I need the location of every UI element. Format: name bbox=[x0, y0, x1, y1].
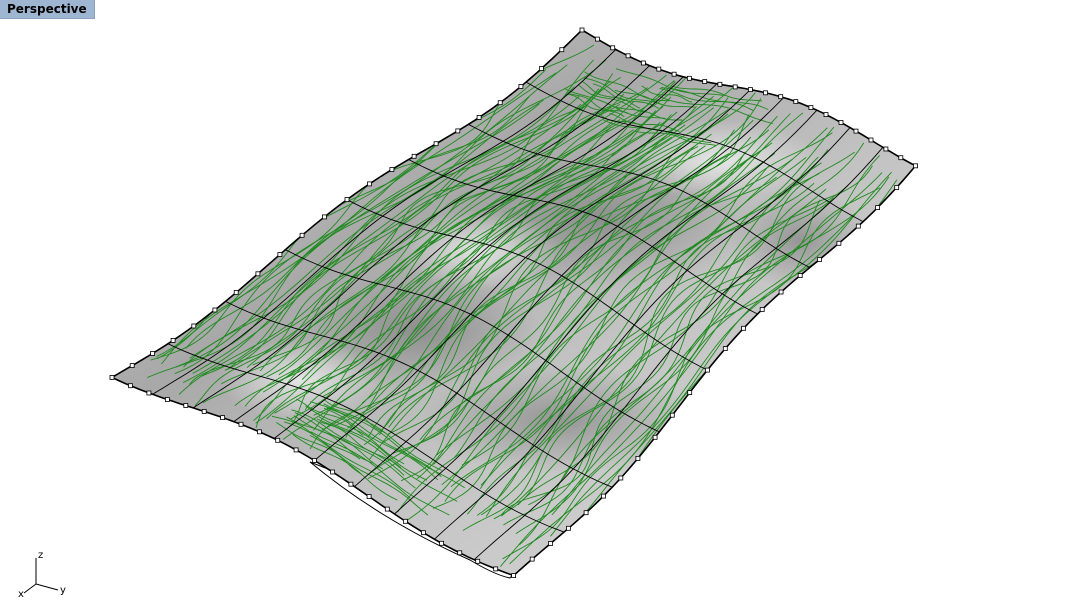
edge-point bbox=[238, 421, 244, 427]
edge-point bbox=[322, 214, 327, 220]
edge-point bbox=[212, 307, 218, 313]
edge-point bbox=[402, 518, 408, 524]
edge-point bbox=[233, 290, 239, 295]
edge-point bbox=[275, 437, 281, 443]
edge-point bbox=[256, 429, 262, 435]
edge-point bbox=[146, 390, 152, 396]
edge-point bbox=[583, 510, 589, 516]
3d-scene[interactable]: z y x bbox=[0, 0, 1090, 616]
edge-point bbox=[595, 36, 600, 42]
edge-point bbox=[705, 367, 710, 373]
edge-point bbox=[150, 350, 156, 356]
edge-point bbox=[759, 307, 765, 312]
edge-point bbox=[913, 163, 918, 169]
edge-point bbox=[641, 60, 646, 66]
edge-point bbox=[475, 558, 481, 564]
edge-point bbox=[669, 412, 675, 418]
edge-point bbox=[763, 90, 768, 96]
perspective-viewport[interactable]: z y x Perspective bbox=[0, 0, 1090, 616]
edge-point bbox=[778, 289, 784, 295]
edge-point bbox=[817, 257, 822, 262]
edge-point bbox=[635, 455, 641, 461]
edge-point bbox=[652, 434, 658, 440]
edge-point bbox=[741, 325, 746, 331]
edge-point bbox=[201, 409, 207, 414]
edge-point bbox=[493, 566, 499, 572]
x-axis-line bbox=[23, 583, 37, 594]
edge-point bbox=[601, 493, 606, 499]
edge-point bbox=[687, 390, 693, 396]
nurbs-surface[interactable] bbox=[109, 27, 918, 578]
edge-point bbox=[433, 141, 439, 147]
edge-point bbox=[220, 415, 226, 421]
z-axis-label: z bbox=[38, 550, 43, 561]
edge-point bbox=[330, 469, 336, 475]
edge-point bbox=[311, 458, 317, 463]
edge-point bbox=[255, 271, 261, 277]
edge-point bbox=[457, 550, 463, 556]
edge-point bbox=[808, 105, 814, 110]
edge-point bbox=[411, 153, 417, 159]
edge-point bbox=[656, 66, 662, 72]
x-axis-label: x bbox=[18, 589, 24, 600]
edge-point bbox=[277, 252, 283, 257]
edge-point bbox=[170, 337, 176, 343]
edge-point bbox=[687, 75, 692, 81]
edge-point bbox=[389, 167, 395, 172]
edge-point bbox=[838, 120, 844, 125]
edge-point bbox=[511, 573, 517, 578]
edge-point bbox=[875, 205, 880, 211]
edge-point bbox=[548, 541, 553, 546]
edge-point bbox=[778, 94, 784, 100]
edge-point bbox=[518, 84, 524, 89]
edge-point bbox=[497, 100, 503, 106]
edge-point bbox=[344, 197, 350, 203]
edge-point bbox=[853, 128, 859, 134]
edge-point bbox=[566, 525, 571, 531]
edge-point bbox=[883, 146, 889, 152]
edge-point bbox=[732, 84, 738, 90]
edge-point bbox=[855, 223, 861, 229]
y-axis-label: y bbox=[60, 585, 66, 596]
y-axis-line bbox=[35, 583, 59, 591]
edge-point bbox=[722, 346, 728, 352]
edge-point bbox=[625, 53, 631, 59]
edge-point bbox=[129, 363, 135, 369]
edge-point bbox=[671, 71, 677, 77]
axis-triad: z y x bbox=[18, 550, 66, 600]
edge-point bbox=[455, 128, 461, 134]
edge-point bbox=[868, 137, 874, 143]
edge-point bbox=[529, 556, 535, 562]
edge-point bbox=[164, 397, 170, 402]
edge-point bbox=[793, 99, 799, 104]
edge-point bbox=[836, 240, 842, 246]
edge-point bbox=[348, 481, 354, 487]
edge-point bbox=[539, 66, 544, 71]
edge-point bbox=[421, 530, 426, 536]
edge-point bbox=[366, 494, 372, 500]
edge-point bbox=[797, 273, 803, 279]
edge-point bbox=[823, 112, 829, 117]
edge-point bbox=[610, 45, 616, 51]
edge-point bbox=[367, 181, 372, 187]
edge-point bbox=[702, 79, 708, 84]
edge-point bbox=[717, 81, 723, 87]
edge-point bbox=[579, 27, 585, 33]
viewport-title[interactable]: Perspective bbox=[0, 0, 95, 19]
edge-point bbox=[559, 47, 565, 53]
edge-point bbox=[384, 506, 390, 512]
edge-point bbox=[439, 540, 445, 546]
edge-point bbox=[748, 87, 753, 92]
edge-point bbox=[109, 374, 115, 380]
edge-point bbox=[476, 115, 482, 120]
edge-point bbox=[293, 447, 299, 453]
edge-point bbox=[618, 475, 624, 481]
edge-point bbox=[894, 185, 900, 190]
edge-point bbox=[898, 155, 904, 161]
edge-point bbox=[128, 383, 133, 389]
edge-point bbox=[183, 403, 189, 408]
edge-point bbox=[299, 232, 305, 238]
edge-point bbox=[191, 323, 197, 329]
